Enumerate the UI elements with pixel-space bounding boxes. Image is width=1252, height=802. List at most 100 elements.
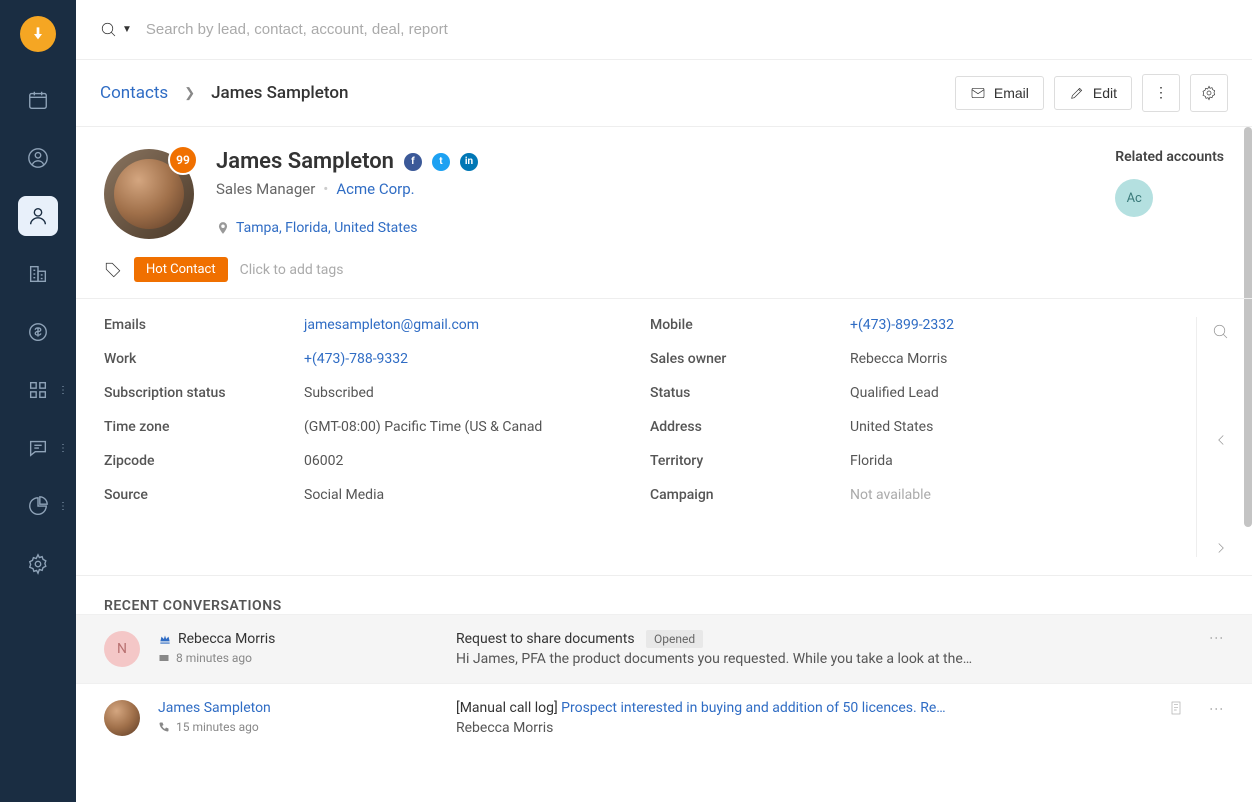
field-label: Address bbox=[650, 419, 850, 435]
company-link[interactable]: Acme Corp. bbox=[336, 180, 414, 198]
details-right: Mobile+(473)-899-2332 Sales ownerRebecca… bbox=[650, 317, 1156, 557]
nav-apps-icon[interactable]: ⋮ bbox=[18, 370, 58, 410]
contact-name: James Sampleton bbox=[216, 149, 394, 174]
recent-heading: RECENT CONVERSATIONS bbox=[104, 598, 1224, 614]
lead-score-badge: 99 bbox=[168, 145, 198, 175]
field-value[interactable]: +(473)-899-2332 bbox=[850, 317, 954, 333]
convo-time: 8 minutes ago bbox=[158, 651, 438, 665]
field-label: Mobile bbox=[650, 317, 850, 333]
field-value: Subscribed bbox=[304, 385, 374, 401]
field-value[interactable]: jamesampleton@gmail.com bbox=[304, 317, 479, 333]
chevron-right-icon: ❯ bbox=[184, 86, 195, 101]
convo-link[interactable]: Prospect interested in buying and additi… bbox=[561, 700, 945, 716]
nav-calendar-icon[interactable] bbox=[18, 80, 58, 120]
content: 99 James Sampleton f t in Sales Manager … bbox=[76, 127, 1252, 802]
location-icon bbox=[216, 221, 230, 235]
edit-button[interactable]: Edit bbox=[1054, 76, 1132, 110]
conversation-row[interactable]: N Rebecca Morris 8 minutes ago Request t… bbox=[76, 614, 1252, 683]
edit-button-label: Edit bbox=[1093, 85, 1117, 101]
search-icon[interactable] bbox=[1212, 323, 1230, 341]
convo-avatar: N bbox=[104, 631, 140, 667]
convo-more-icon[interactable]: ⋮ bbox=[1208, 702, 1224, 715]
chevron-left-icon[interactable] bbox=[1212, 431, 1230, 449]
main: ▼ Contacts ❯ James Sampleton Email Edit bbox=[76, 0, 1252, 802]
status-badge: Opened bbox=[646, 630, 703, 648]
nav-lead-icon[interactable] bbox=[18, 138, 58, 178]
logo[interactable] bbox=[20, 16, 56, 52]
nav-deals-icon[interactable] bbox=[18, 312, 58, 352]
phone-icon bbox=[158, 721, 170, 733]
details-left: Emailsjamesampleton@gmail.com Work+(473)… bbox=[104, 317, 610, 557]
convo-prefix: [Manual call log] bbox=[456, 700, 561, 716]
email-button-label: Email bbox=[994, 85, 1029, 101]
crown-icon bbox=[158, 632, 172, 646]
field-label: Zipcode bbox=[104, 453, 304, 469]
profile-header: 99 James Sampleton f t in Sales Manager … bbox=[76, 127, 1252, 257]
field-label: Work bbox=[104, 351, 304, 367]
linkedin-icon[interactable]: in bbox=[460, 153, 478, 171]
tags-row: Hot Contact Click to add tags bbox=[76, 257, 1252, 298]
location-text[interactable]: Tampa, Florida, United States bbox=[236, 220, 418, 236]
hot-contact-tag[interactable]: Hot Contact bbox=[134, 257, 228, 282]
convo-preview: Hi James, PFA the product documents you … bbox=[456, 651, 1190, 667]
add-tags[interactable]: Click to add tags bbox=[240, 262, 344, 278]
action-bar: Email Edit ⋮ bbox=[955, 74, 1228, 112]
field-value[interactable]: +(473)-788-9332 bbox=[304, 351, 408, 367]
field-value: Qualified Lead bbox=[850, 385, 939, 401]
recent-section: RECENT CONVERSATIONS bbox=[76, 576, 1252, 614]
field-label: Territory bbox=[650, 453, 850, 469]
note-icon[interactable] bbox=[1168, 700, 1184, 716]
field-value: Not available bbox=[850, 487, 931, 503]
field-value: (GMT-08:00) Pacific Time (US & Canad bbox=[304, 419, 542, 435]
nav-settings-icon[interactable] bbox=[18, 544, 58, 584]
conversation-row[interactable]: James Sampleton 15 minutes ago [Manual c… bbox=[76, 683, 1252, 752]
search-input[interactable] bbox=[146, 21, 1228, 38]
field-label: Subscription status bbox=[104, 385, 304, 401]
field-value: Rebecca Morris bbox=[850, 351, 947, 367]
convo-subject: Request to share documents bbox=[456, 631, 635, 647]
more-icon: ⋮ bbox=[1154, 85, 1168, 101]
convo-sender[interactable]: James Sampleton bbox=[158, 700, 438, 716]
chevron-right-icon[interactable] bbox=[1212, 539, 1230, 557]
side-panel bbox=[1196, 317, 1244, 557]
convo-time: 15 minutes ago bbox=[158, 720, 438, 734]
field-label: Source bbox=[104, 487, 304, 503]
related-accounts: Related accounts Ac bbox=[1115, 149, 1224, 239]
related-heading: Related accounts bbox=[1115, 149, 1224, 165]
field-value: Florida bbox=[850, 453, 893, 469]
nav-chat-icon[interactable]: ⋮ bbox=[18, 428, 58, 468]
convo-more-icon[interactable]: ⋮ bbox=[1208, 631, 1224, 644]
nav-contacts-icon[interactable] bbox=[18, 196, 58, 236]
breadcrumb: Contacts ❯ James Sampleton bbox=[100, 83, 348, 103]
search-icon[interactable]: ▼ bbox=[100, 21, 132, 39]
email-button[interactable]: Email bbox=[955, 76, 1044, 110]
more-button[interactable]: ⋮ bbox=[1142, 74, 1180, 112]
search-dropdown-caret[interactable]: ▼ bbox=[122, 24, 132, 35]
email-icon bbox=[158, 652, 170, 664]
field-label: Status bbox=[650, 385, 850, 401]
subhead: Contacts ❯ James Sampleton Email Edit ⋮ bbox=[76, 60, 1252, 127]
gear-icon bbox=[1201, 85, 1217, 101]
field-label: Emails bbox=[104, 317, 304, 333]
avatar[interactable]: 99 bbox=[104, 149, 194, 239]
breadcrumb-current: James Sampleton bbox=[211, 83, 348, 103]
twitter-icon[interactable]: t bbox=[432, 153, 450, 171]
breadcrumb-root[interactable]: Contacts bbox=[100, 83, 168, 103]
field-value: United States bbox=[850, 419, 933, 435]
separator-dot: • bbox=[323, 180, 328, 198]
convo-sub: Rebecca Morris bbox=[456, 720, 1150, 736]
facebook-icon[interactable]: f bbox=[404, 153, 422, 171]
tag-icon bbox=[104, 261, 122, 279]
field-label: Time zone bbox=[104, 419, 304, 435]
settings-button[interactable] bbox=[1190, 74, 1228, 112]
nav-reports-icon[interactable]: ⋮ bbox=[18, 486, 58, 526]
sidebar: ⋮ ⋮ ⋮ bbox=[0, 0, 76, 802]
field-value: 06002 bbox=[304, 453, 343, 469]
details-section: Emailsjamesampleton@gmail.com Work+(473)… bbox=[76, 298, 1252, 576]
convo-sender: Rebecca Morris bbox=[158, 631, 438, 647]
field-label: Sales owner bbox=[650, 351, 850, 367]
field-label: Campaign bbox=[650, 487, 850, 503]
field-value: Social Media bbox=[304, 487, 384, 503]
nav-accounts-icon[interactable] bbox=[18, 254, 58, 294]
related-account-badge[interactable]: Ac bbox=[1115, 179, 1153, 217]
